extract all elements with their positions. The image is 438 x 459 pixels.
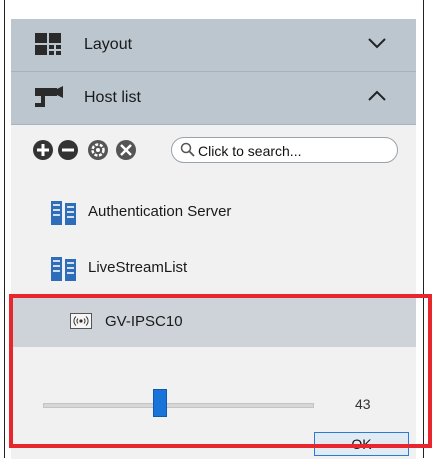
section-layout-label: Layout [84,36,133,53]
add-icon[interactable] [32,139,54,161]
slider-panel: 43 OK [11,347,416,459]
ok-button[interactable]: OK [314,432,409,456]
chevron-up-icon[interactable] [367,89,387,108]
host-list-toolbar: Click to search... [11,125,416,177]
device-row-gv-ipsc10[interactable]: GV-IPSC10 [11,297,416,347]
section-host-list-label: Host list [84,89,141,106]
host-item-label: Authentication Server [88,203,232,220]
server-icon [51,257,77,286]
remove-icon[interactable] [57,139,79,161]
host-item-label: LiveStreamList [88,259,188,276]
layout-grid-icon [35,33,61,60]
device-label: GV-IPSC10 [105,313,183,330]
host-item-authentication-server[interactable]: Authentication Server [11,185,416,241]
camera-icon [35,86,63,113]
slider-value: 43 [355,396,371,412]
slider-track[interactable] [43,403,314,408]
search-icon [180,142,195,162]
host-item-livestreamlist[interactable]: LiveStreamList [11,241,416,297]
window-border-left [4,0,5,458]
tools-icon[interactable] [115,139,137,161]
section-layout-header[interactable]: Layout [11,19,416,72]
chevron-down-icon[interactable] [367,36,387,55]
window-border-right [423,0,424,458]
section-host-list-header[interactable]: Host list [11,72,416,125]
settings-icon[interactable] [87,139,109,161]
server-icon [51,201,77,230]
slider-thumb[interactable] [153,389,167,417]
side-panel: Layout Host list Click to search... Auth… [11,19,416,459]
search-placeholder: Click to search... [198,143,302,159]
wireless-device-icon [70,313,92,329]
search-input[interactable]: Click to search... [171,137,398,163]
